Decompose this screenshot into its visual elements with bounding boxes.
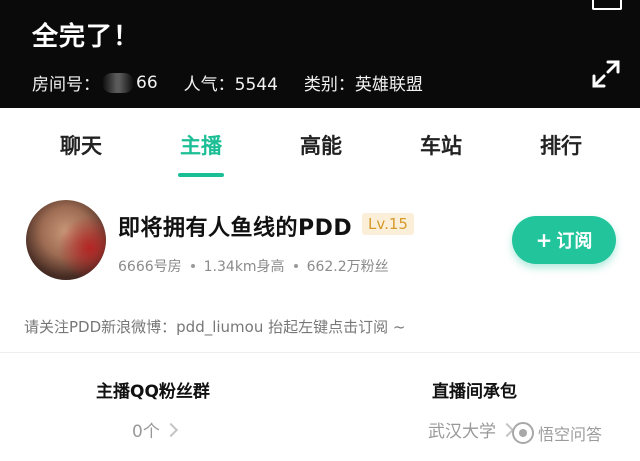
subscribe-button[interactable]: + 订阅: [512, 216, 616, 264]
room-title: 全完了！: [32, 22, 141, 52]
sponsor-value: 武汉大学: [428, 422, 496, 442]
room-header: 全完了！ 房间号： 66 人气：5544 类别：英雄联盟: [0, 0, 640, 108]
tab-bar: 聊天 主播 高能 车站 排行: [0, 108, 640, 188]
plus-icon: +: [535, 228, 553, 252]
watermark-text: 悟空问答: [538, 425, 603, 444]
tab-station[interactable]: 车站: [396, 130, 486, 160]
qq-group-title: 主播QQ粉丝群: [96, 382, 210, 402]
avatar[interactable]: [26, 200, 106, 280]
divider: [0, 352, 640, 353]
sponsor-link[interactable]: 武汉大学: [428, 417, 515, 442]
qq-group-value: 0个: [132, 422, 160, 442]
tab-highlights[interactable]: 高能: [276, 130, 366, 160]
streamer-name: 即将拥有人鱼线的PDD: [118, 216, 353, 241]
popularity-count: 人气：5544: [183, 75, 278, 95]
subscribe-label: 订阅: [556, 231, 593, 252]
room-meta: 房间号： 66 人气：5544 类别：英雄联盟: [32, 70, 423, 95]
sponsor-title: 直播间承包: [432, 382, 517, 402]
streamer-notice: 请关注PDD新浪微博：pdd_liumou 抬起左键点击订阅 ~: [24, 318, 406, 336]
room-number-label: 房间号：: [32, 75, 100, 95]
category-label: 类别：英雄联盟: [303, 75, 423, 95]
tab-streamer[interactable]: 主播: [156, 130, 246, 160]
room-number: 6666号房: [118, 259, 182, 275]
chevron-right-icon: [163, 422, 178, 437]
streamer-stats: 6666号房 1.34km身高 662.2万粉丝: [118, 256, 389, 276]
wukong-logo-icon: [512, 422, 534, 444]
redacted-blur: [102, 72, 134, 93]
watermark: 悟空问答: [512, 421, 602, 445]
tab-chat[interactable]: 聊天: [36, 130, 126, 160]
qq-group-link[interactable]: 0个: [132, 417, 178, 442]
separator-dot: [293, 264, 298, 268]
fan-count: 662.2万粉丝: [306, 259, 389, 275]
window-icon[interactable]: [592, 0, 622, 10]
streamer-height: 1.34km身高: [203, 259, 285, 275]
tab-ranking[interactable]: 排行: [516, 130, 606, 160]
level-badge: Lv.15: [362, 213, 414, 235]
room-number-suffix: 66: [136, 72, 158, 93]
separator-dot: [190, 264, 195, 268]
fullscreen-icon[interactable]: [588, 56, 624, 92]
active-tab-indicator: [178, 173, 224, 177]
